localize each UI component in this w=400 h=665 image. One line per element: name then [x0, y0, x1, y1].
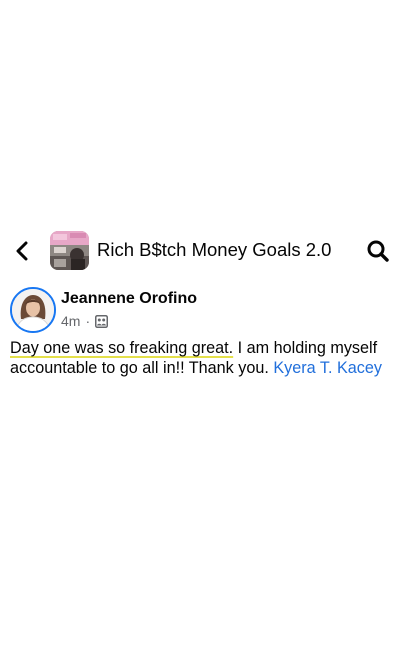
highlighted-text: Day one was so freaking great.: [10, 339, 234, 357]
author-photo: [12, 289, 54, 331]
group-title[interactable]: Rich B$tch Money Goals 2.0: [97, 239, 331, 261]
group-thumbnail[interactable]: [50, 231, 89, 270]
group-cover-image: [50, 231, 89, 270]
post-meta: 4m ·: [61, 312, 109, 330]
meta-separator: ·: [85, 313, 91, 329]
post-timestamp[interactable]: 4m: [61, 313, 80, 329]
post-header: Jeannene Orofino 4m ·: [0, 284, 400, 336]
top-nav-bar: Rich B$tch Money Goals 2.0: [0, 228, 400, 274]
post-author-name[interactable]: Jeannene Orofino: [61, 290, 197, 308]
search-icon: [367, 240, 389, 262]
search-button[interactable]: [364, 237, 392, 265]
back-button[interactable]: [8, 237, 36, 265]
mention-link[interactable]: Kyera T. Kacey: [273, 359, 382, 377]
chevron-left-icon: [16, 241, 28, 261]
post-body: Day one was so freaking great. I am hold…: [10, 338, 394, 378]
avatar[interactable]: [10, 287, 56, 333]
group-audience-icon: [95, 314, 109, 328]
